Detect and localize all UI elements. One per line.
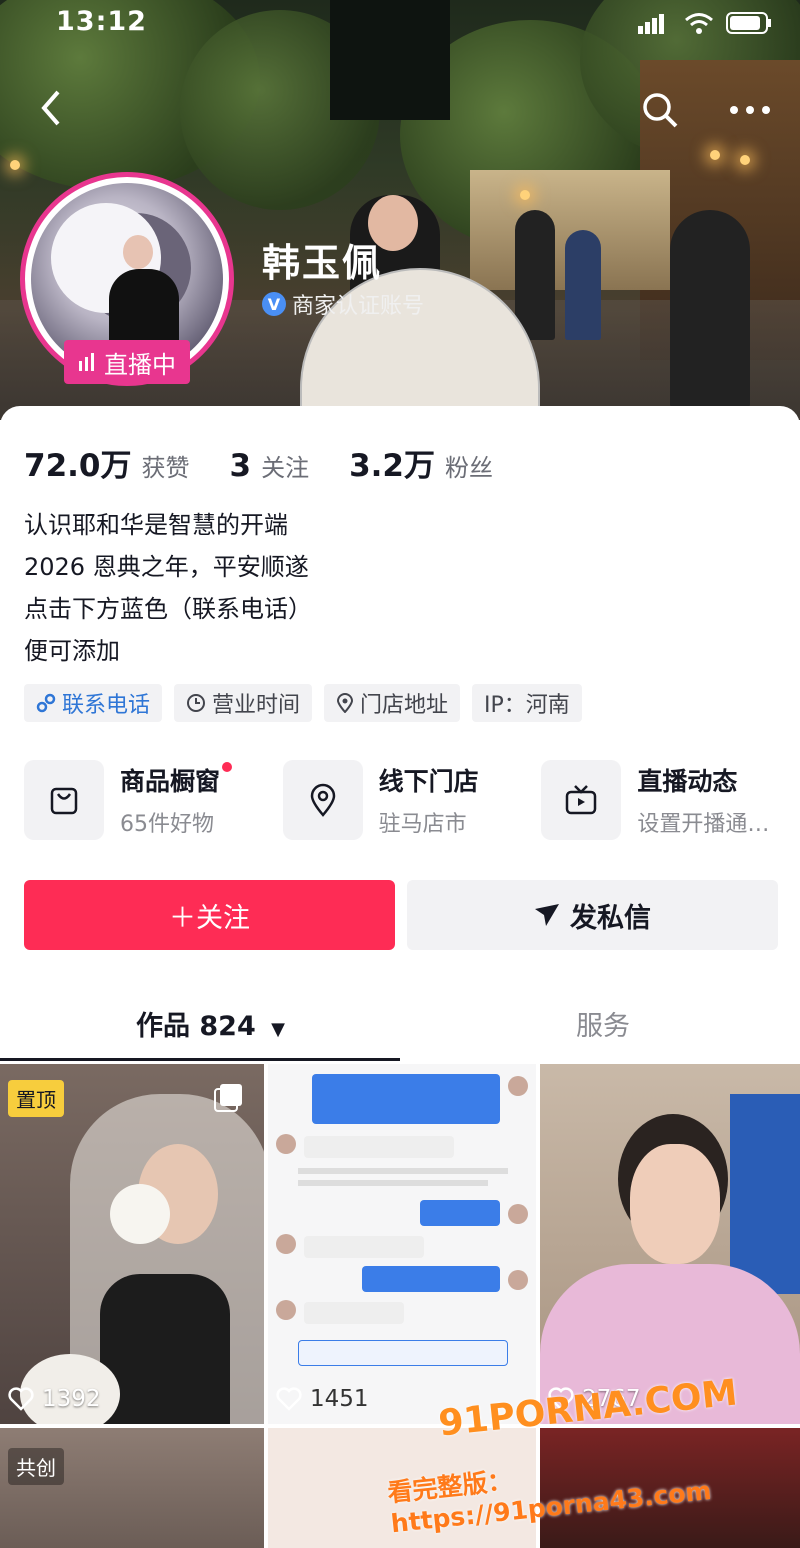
more-button[interactable] [726,100,776,124]
followers-count[interactable]: 3.2万 [349,440,435,485]
card-title: 直播动态 [637,767,738,796]
tag-store-address[interactable]: 门店地址 [324,684,461,722]
pinned-badge: 置顶 [8,1080,64,1117]
card-subtitle: 设置开播通… [637,812,770,837]
tab-works[interactable]: 作品 824 ▼ [136,1004,285,1043]
live-bars-icon [79,353,94,371]
bio-line: 点击下方蓝色（联系电话） [24,595,312,623]
heart-icon [276,1387,302,1411]
back-button[interactable] [36,88,76,128]
feature-cards: 商品橱窗 65件好物 线下门店 驻马店市 直播动态 设置开播通… [24,760,800,840]
signal-icon [638,14,666,38]
live-badge[interactable]: 直播中 [64,340,190,384]
location-icon [337,693,354,713]
video-thumbnail[interactable]: 置顶 1392 [0,1064,264,1424]
search-button[interactable] [640,90,680,134]
search-icon [643,93,678,128]
card-subtitle: 驻马店市 [378,812,467,837]
bio-line: 2026 恩典之年，平安顺遂 [24,553,309,581]
card-subtitle: 65件好物 [120,812,214,837]
card-shop-window[interactable]: 商品橱窗 65件好物 [24,760,283,840]
status-time: 13:12 [56,6,147,37]
collab-badge: 共创 [8,1448,64,1485]
heart-icon [8,1387,34,1411]
card-title: 线下门店 [378,767,479,796]
card-title: 商品橱窗 [120,767,221,796]
video-likes: 1392 [8,1386,101,1412]
message-label: 发私信 [570,902,651,934]
video-likes: 1451 [276,1386,369,1412]
live-label: 直播中 [104,350,176,379]
shopping-bag-icon [50,787,78,815]
more-dots-icon [730,106,770,114]
profile-bio: 认识耶和华是智慧的开端 2026 恩典之年，平安顺遂 点击下方蓝色（联系电话） … [24,504,312,672]
followers-label[interactable]: 粉丝 [445,448,493,483]
dropdown-triangle-icon: ▼ [271,1019,286,1040]
likes-count: 72.0万 [24,448,132,484]
tag-contact-phone[interactable]: 联系电话 [24,684,163,722]
tag-label: IP：河南 [484,693,570,718]
tag-business-hours[interactable]: 营业时间 [174,684,313,722]
tag-label: 联系电话 [62,693,151,718]
profile-tags: 联系电话 营业时间 门店地址 IP：河南 [24,684,582,722]
chevron-left-icon [41,90,60,126]
video-thumbnail[interactable]: 共创 [0,1428,264,1548]
wifi-icon [684,12,714,38]
video-thumbnail[interactable]: 2767 [540,1064,800,1424]
tab-label: 作品 824 [136,1011,256,1042]
likes-count: 1451 [310,1386,369,1412]
video-thumbnail[interactable]: 1451 [268,1064,536,1424]
verified-badge-icon: V [262,292,286,316]
send-icon [535,904,559,926]
profile-stats: 72.0万 获赞 3 关注 3.2万 粉丝 [24,440,523,485]
likes-count: 1392 [42,1386,101,1412]
battery-icon [726,12,772,38]
location-pin-icon [310,783,335,817]
following-label[interactable]: 关注 [261,448,309,483]
tag-ip-location: IP：河南 [472,684,582,722]
bio-line: 认识耶和华是智慧的开端 [24,511,288,539]
likes-label: 获赞 [141,454,190,482]
follow-button[interactable]: ＋关注 [24,880,395,950]
tab-underline [0,1058,400,1061]
multi-image-icon [214,1084,242,1112]
tab-services[interactable]: 服务 [576,1004,630,1043]
notification-dot [222,762,233,772]
profile-username: 韩玉佩 [262,241,383,285]
card-offline-store[interactable]: 线下门店 驻马店市 [282,760,542,840]
following-count[interactable]: 3 [230,448,252,484]
tag-label: 营业时间 [212,693,301,718]
tag-label: 门店地址 [360,693,449,718]
clock-icon [187,694,206,712]
verify-label: 商家认证账号 [292,294,425,319]
message-button[interactable]: 发私信 [407,880,778,950]
status-bar: 13:12 [0,0,800,46]
verified-merchant: V 商家认证账号 [262,288,424,320]
card-live-feed[interactable]: 直播动态 设置开播通… [541,760,800,840]
bio-line: 便可添加 [24,637,120,665]
tv-icon [566,785,597,815]
link-icon [36,693,56,713]
